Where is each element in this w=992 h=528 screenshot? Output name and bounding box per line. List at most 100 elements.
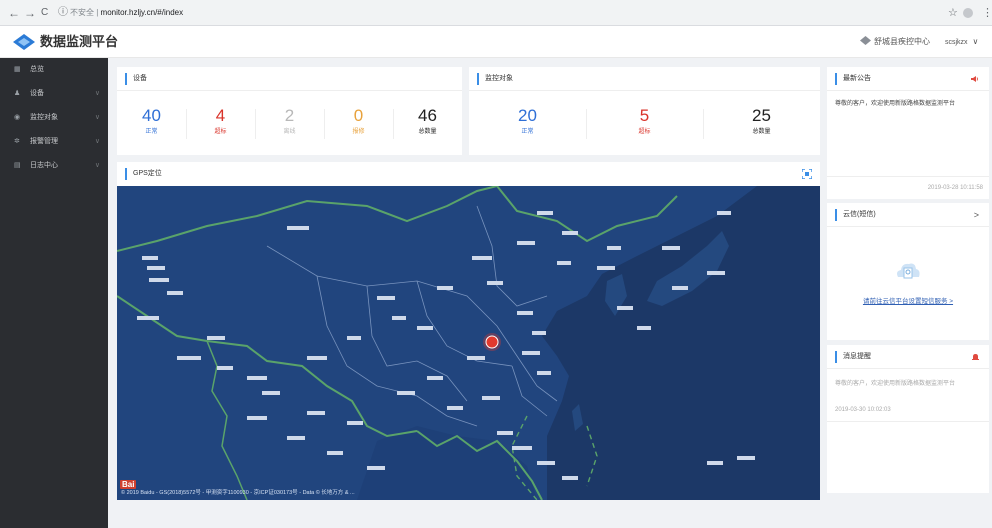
platform-logo-icon xyxy=(13,34,35,50)
devices-card-title: 设备 xyxy=(125,73,147,85)
alarm-icon: ✲ xyxy=(14,138,20,145)
sidebar-item-monitored-objects[interactable]: ◉ 监控对象 ∨ xyxy=(0,106,108,130)
monitored-total-stat[interactable]: 25 总数量 xyxy=(703,93,820,155)
stat-label: 总数量 xyxy=(752,129,771,135)
stat-value: 25 xyxy=(752,106,771,125)
chevron-down-icon: ∨ xyxy=(94,138,100,145)
user-menu[interactable]: scsjkzx ∨ xyxy=(945,35,978,50)
notice-text: 尊敬的客户，欢迎使用新版路格数据监测平台 xyxy=(835,101,956,107)
stat-value: 5 xyxy=(639,106,650,125)
location-marker[interactable] xyxy=(485,335,499,349)
device-icon: ♟ xyxy=(14,90,21,97)
card-header: 消息提醒 xyxy=(827,345,989,369)
url-separator: | xyxy=(96,8,99,17)
sidebar-item-label: 总览 xyxy=(30,66,44,73)
sidebar-item-log-center[interactable]: ▤ 日志中心 ∨ xyxy=(0,154,108,178)
sms-card: 云信(短信) > 请前往云信平台设置短信服务 > xyxy=(827,203,989,340)
devices-repair-stat[interactable]: 0 报修 xyxy=(324,93,393,155)
stat-value: 4 xyxy=(215,106,226,125)
messages-card: 消息提醒 尊敬的客户，欢迎使用新版路格数据监测平台 2019-03-30 10:… xyxy=(827,345,989,493)
card-header: 最新公告 xyxy=(827,67,989,91)
stat-value: 2 xyxy=(284,106,295,125)
sidebar-item-devices[interactable]: ♟ 设备 ∨ xyxy=(0,82,108,106)
address-bar[interactable]: 不安全 | monitor.hzljy.cn/#/index xyxy=(70,5,183,21)
stat-value: 46 xyxy=(418,106,437,125)
gps-card-title: GPS定位 xyxy=(125,168,162,180)
cloud-message-icon xyxy=(897,263,920,279)
sidebar: ▦ 总览 ♟ 设备 ∨ ◉ 监控对象 ∨ ✲ 报警管理 ∨ ▤ 日志中心 ∨ xyxy=(0,58,108,528)
card-header: 设备 xyxy=(117,67,462,91)
forward-icon[interactable]: → xyxy=(24,6,36,20)
baidu-logo: Bai xyxy=(120,480,137,489)
speaker-icon xyxy=(971,76,978,82)
stat-label: 超标 xyxy=(638,129,651,135)
stat-label: 正常 xyxy=(145,129,158,135)
sidebar-item-label: 设备 xyxy=(30,90,44,97)
sms-settings-link[interactable]: 请前往云信平台设置短信服务 > xyxy=(827,295,989,305)
notice-card-title: 最新公告 xyxy=(835,73,871,85)
devices-normal-stat[interactable]: 40 正常 xyxy=(117,93,186,155)
message-text: 尊敬的客户，欢迎使用新版路格数据监测平台 xyxy=(835,381,956,387)
user-name: scsjkzx xyxy=(945,39,968,46)
chevron-down-icon: ∨ xyxy=(94,114,100,121)
browser-toolbar: ← → C ⓘ 不安全 | monitor.hzljy.cn/#/index ☆… xyxy=(0,0,992,26)
notice-time: 2019-03-28 10:11:58 xyxy=(927,185,983,191)
dashboard-icon: ▦ xyxy=(14,66,21,73)
organization-name: 舒城县疾控中心 xyxy=(874,37,930,46)
divider xyxy=(827,421,989,422)
gps-map[interactable]: Bai © 2019 Baidu - GS(2018)5572号 - 甲测资字1… xyxy=(117,186,820,500)
messages-card-title: 消息提醒 xyxy=(835,351,871,363)
monitor-object-icon: ◉ xyxy=(14,114,21,121)
devices-total-stat[interactable]: 46 总数量 xyxy=(393,93,462,155)
message-time: 2019-03-30 10:02:03 xyxy=(835,407,891,413)
site-info-icon[interactable]: ⓘ xyxy=(58,6,68,20)
organization-icon xyxy=(860,36,871,45)
back-icon[interactable]: ← xyxy=(8,6,20,20)
browser-menu-icon[interactable]: ⋮ xyxy=(982,6,992,20)
sidebar-item-alarm-management[interactable]: ✲ 报警管理 ∨ xyxy=(0,130,108,154)
bookmark-star-icon[interactable]: ☆ xyxy=(948,6,958,20)
log-icon: ▤ xyxy=(14,162,21,169)
devices-card: 设备 40 正常 4 超标 2 离线 0 报修 46 总数量 xyxy=(117,67,462,155)
stat-value: 40 xyxy=(142,106,161,125)
sidebar-item-label: 报警管理 xyxy=(30,138,58,145)
stat-label: 超标 xyxy=(214,129,227,135)
monitored-normal-stat[interactable]: 20 正常 xyxy=(469,93,586,155)
fullscreen-icon[interactable] xyxy=(802,169,812,179)
organization-label: 舒城县疾控中心 xyxy=(860,35,930,49)
stat-label: 离线 xyxy=(283,129,296,135)
stat-label: 正常 xyxy=(521,129,534,135)
monitored-exceeded-stat[interactable]: 5 超标 xyxy=(586,93,703,155)
security-label: 不安全 xyxy=(70,8,94,17)
chevron-right-icon[interactable]: > xyxy=(974,209,979,221)
app-header: 数据监测平台 舒城县疾控中心 scsjkzx ∨ xyxy=(0,26,992,58)
chevron-down-icon: ∨ xyxy=(972,37,979,46)
chevron-down-icon: ∨ xyxy=(94,90,100,97)
card-header: 云信(短信) > xyxy=(827,203,989,227)
sidebar-item-label: 监控对象 xyxy=(30,114,58,121)
app-title: 数据监测平台 xyxy=(40,34,119,49)
stat-value: 20 xyxy=(518,106,537,125)
profile-avatar-icon[interactable] xyxy=(963,8,973,18)
sidebar-item-overview[interactable]: ▦ 总览 xyxy=(0,58,108,82)
map-canvas[interactable] xyxy=(117,186,820,500)
map-copyright: © 2019 Baidu - GS(2018)5572号 - 甲测资字11009… xyxy=(121,490,355,496)
chevron-down-icon: ∨ xyxy=(94,162,100,169)
sms-card-title: 云信(短信) xyxy=(835,209,876,221)
sidebar-item-label: 日志中心 xyxy=(30,162,58,169)
divider xyxy=(827,176,989,177)
main-content: 设备 40 正常 4 超标 2 离线 0 报修 46 总数量 监控对象 20 正… xyxy=(108,58,992,528)
stat-value: 0 xyxy=(353,106,364,125)
gps-card-header: GPS定位 xyxy=(117,162,820,186)
bell-icon[interactable] xyxy=(972,353,979,361)
stat-label: 总数量 xyxy=(418,129,437,135)
card-header: 监控对象 xyxy=(469,67,820,91)
devices-exceeded-stat[interactable]: 4 超标 xyxy=(186,93,255,155)
reload-icon[interactable]: C xyxy=(41,6,48,20)
monitored-card-title: 监控对象 xyxy=(477,73,513,85)
devices-offline-stat[interactable]: 2 离线 xyxy=(255,93,324,155)
stat-label: 报修 xyxy=(352,129,365,135)
monitored-objects-card: 监控对象 20 正常 5 超标 25 总数量 xyxy=(469,67,820,155)
notice-card: 最新公告 尊敬的客户，欢迎使用新版路格数据监测平台 2019-03-28 10:… xyxy=(827,67,989,199)
url-text: monitor.hzljy.cn/#/index xyxy=(100,8,184,17)
